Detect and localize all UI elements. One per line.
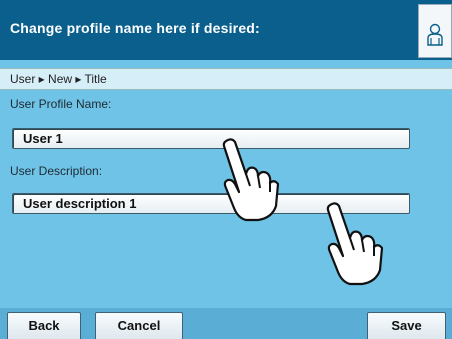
cancel-button[interactable]: Cancel: [95, 312, 183, 339]
profile-name-field[interactable]: User 1: [12, 128, 410, 149]
description-label: User Description:: [10, 164, 103, 178]
profile-name-value: User 1: [23, 131, 63, 146]
description-value: User description 1: [23, 196, 137, 211]
save-button[interactable]: Save: [367, 312, 446, 339]
hand-pointer-icon: [326, 202, 384, 286]
profile-name-label: User Profile Name:: [10, 97, 112, 111]
user-profile-icon: [427, 23, 443, 46]
hand-pointer-icon: [222, 138, 280, 222]
back-button[interactable]: Back: [7, 312, 81, 339]
breadcrumb-text: User ▸ New ▸ Title: [10, 72, 107, 86]
page-title: Change profile name here if desired:: [10, 20, 260, 36]
user-profile-button[interactable]: [418, 4, 452, 58]
breadcrumb: User ▸ New ▸ Title: [0, 68, 452, 90]
screen: Change profile name here if desired: Use…: [0, 0, 452, 339]
header-bar: Change profile name here if desired:: [0, 0, 452, 60]
